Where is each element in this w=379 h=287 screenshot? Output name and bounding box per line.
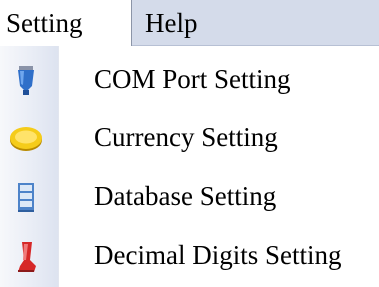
decimal-digits-icon	[8, 238, 44, 274]
menu-item-com-port-setting[interactable]: COM Port Setting	[0, 50, 379, 108]
menu-bar: Setting Help	[0, 0, 379, 47]
menu-item-label: COM Port Setting	[94, 64, 291, 94]
menu-item-label: Currency Setting	[94, 122, 278, 152]
menu-help[interactable]: Help	[145, 0, 245, 46]
setting-dropdown-menu: COM Port Setting Currency Setting Databa…	[0, 46, 379, 287]
menu-setting[interactable]: Setting	[0, 0, 132, 47]
database-icon	[8, 179, 44, 215]
menu-item-database-setting[interactable]: Database Setting	[0, 167, 379, 225]
menu-item-currency-setting[interactable]: Currency Setting	[0, 108, 379, 166]
menu-item-label: Decimal Digits Setting	[94, 240, 342, 270]
com-port-icon	[8, 62, 44, 98]
coin-icon	[8, 120, 44, 156]
menu-item-decimal-digits-setting[interactable]: Decimal Digits Setting	[0, 226, 379, 284]
menu-item-label: Database Setting	[94, 181, 277, 211]
application-window: Setting Help COM Port Setting Currency S…	[0, 0, 379, 287]
